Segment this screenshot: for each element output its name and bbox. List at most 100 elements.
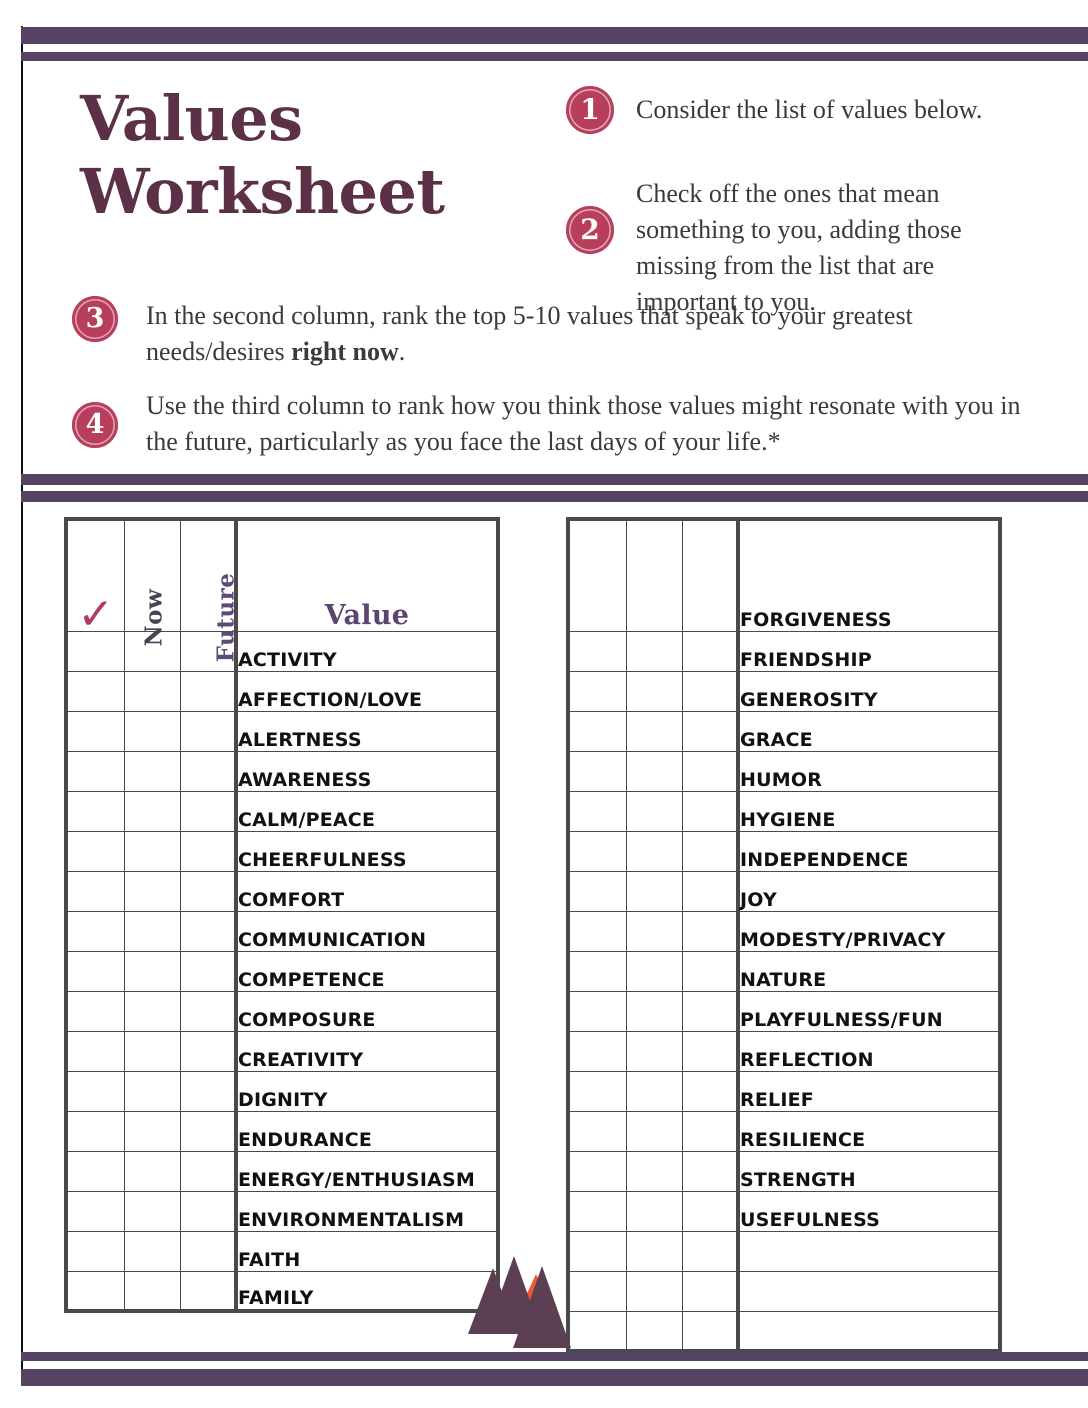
- check-cell[interactable]: [65, 1150, 125, 1192]
- now-cell[interactable]: [625, 910, 683, 952]
- check-cell[interactable]: [567, 1150, 627, 1192]
- check-cell[interactable]: [567, 630, 627, 672]
- future-cell[interactable]: [179, 1230, 238, 1272]
- future-cell[interactable]: [179, 830, 238, 872]
- now-cell[interactable]: [625, 950, 683, 992]
- now-cell[interactable]: [625, 790, 683, 832]
- check-cell[interactable]: [65, 750, 125, 792]
- future-cell[interactable]: [179, 870, 238, 912]
- check-cell[interactable]: [65, 1230, 125, 1272]
- now-cell[interactable]: [123, 830, 181, 872]
- future-cell[interactable]: [681, 1070, 740, 1112]
- now-cell[interactable]: [123, 950, 181, 992]
- now-cell[interactable]: [625, 1030, 683, 1072]
- future-cell[interactable]: [179, 710, 238, 752]
- check-cell[interactable]: [65, 1110, 125, 1152]
- now-cell[interactable]: [625, 1270, 683, 1312]
- future-cell[interactable]: [681, 790, 740, 832]
- now-cell[interactable]: [123, 1270, 181, 1312]
- future-cell[interactable]: [179, 1270, 238, 1312]
- check-cell[interactable]: [65, 790, 125, 832]
- future-cell[interactable]: [681, 1310, 740, 1352]
- now-cell[interactable]: [625, 710, 683, 752]
- check-cell[interactable]: [567, 870, 627, 912]
- now-cell[interactable]: [625, 630, 683, 672]
- future-cell[interactable]: [681, 910, 740, 952]
- now-cell[interactable]: [625, 1310, 683, 1352]
- future-cell[interactable]: [681, 710, 740, 752]
- now-cell[interactable]: [625, 1190, 683, 1232]
- check-cell[interactable]: [567, 710, 627, 752]
- check-cell[interactable]: [567, 910, 627, 952]
- now-cell[interactable]: [123, 910, 181, 952]
- check-cell[interactable]: [65, 1030, 125, 1072]
- now-cell[interactable]: [625, 990, 683, 1032]
- now-cell[interactable]: [625, 518, 683, 632]
- check-cell[interactable]: [65, 1270, 125, 1312]
- future-cell[interactable]: [179, 790, 238, 832]
- now-cell[interactable]: [123, 670, 181, 712]
- future-cell[interactable]: [179, 750, 238, 792]
- check-cell[interactable]: [567, 1110, 627, 1152]
- future-cell[interactable]: [179, 1070, 238, 1112]
- check-cell[interactable]: [65, 710, 125, 752]
- future-cell[interactable]: [179, 670, 238, 712]
- check-cell[interactable]: [65, 990, 125, 1032]
- now-cell[interactable]: [625, 830, 683, 872]
- future-cell[interactable]: [681, 1110, 740, 1152]
- future-cell[interactable]: [681, 1150, 740, 1192]
- future-cell[interactable]: [179, 990, 238, 1032]
- check-cell[interactable]: [567, 830, 627, 872]
- now-cell[interactable]: [625, 870, 683, 912]
- future-cell[interactable]: [681, 950, 740, 992]
- check-cell[interactable]: [567, 750, 627, 792]
- now-cell[interactable]: [123, 870, 181, 912]
- check-cell[interactable]: [65, 950, 125, 992]
- now-cell[interactable]: [123, 1030, 181, 1072]
- future-cell[interactable]: [681, 990, 740, 1032]
- future-cell[interactable]: [179, 1110, 238, 1152]
- now-cell[interactable]: [123, 990, 181, 1032]
- now-cell[interactable]: [123, 710, 181, 752]
- check-cell[interactable]: [567, 670, 627, 712]
- check-cell[interactable]: [65, 830, 125, 872]
- now-cell[interactable]: [625, 750, 683, 792]
- check-cell[interactable]: [567, 1070, 627, 1112]
- now-cell[interactable]: [123, 750, 181, 792]
- now-cell[interactable]: [123, 1070, 181, 1112]
- future-cell[interactable]: [681, 870, 740, 912]
- now-cell[interactable]: [625, 670, 683, 712]
- check-cell[interactable]: [65, 670, 125, 712]
- check-cell[interactable]: [567, 790, 627, 832]
- check-cell[interactable]: [567, 1030, 627, 1072]
- future-cell[interactable]: [179, 1190, 238, 1232]
- now-cell[interactable]: [123, 1190, 181, 1232]
- now-cell[interactable]: [625, 1110, 683, 1152]
- future-cell[interactable]: [681, 518, 740, 632]
- now-cell[interactable]: [625, 1230, 683, 1272]
- future-cell[interactable]: [179, 1150, 238, 1192]
- now-cell[interactable]: [123, 1110, 181, 1152]
- now-cell[interactable]: [625, 1150, 683, 1192]
- future-cell[interactable]: [681, 670, 740, 712]
- check-cell[interactable]: [567, 990, 627, 1032]
- check-cell[interactable]: [65, 910, 125, 952]
- future-cell[interactable]: [179, 910, 238, 952]
- future-cell[interactable]: [681, 830, 740, 872]
- future-cell[interactable]: [179, 1030, 238, 1072]
- check-cell[interactable]: [567, 1190, 627, 1232]
- now-cell[interactable]: [123, 790, 181, 832]
- now-cell[interactable]: [625, 1070, 683, 1112]
- check-cell[interactable]: [65, 1070, 125, 1112]
- future-cell[interactable]: [681, 1270, 740, 1312]
- future-cell[interactable]: [681, 1190, 740, 1232]
- now-cell[interactable]: [123, 1150, 181, 1192]
- future-cell[interactable]: [681, 1230, 740, 1272]
- future-cell[interactable]: [681, 630, 740, 672]
- check-cell[interactable]: [65, 870, 125, 912]
- future-cell[interactable]: [681, 1030, 740, 1072]
- check-cell[interactable]: [567, 950, 627, 992]
- check-cell[interactable]: [567, 518, 627, 632]
- check-cell[interactable]: [65, 1190, 125, 1232]
- future-cell[interactable]: [179, 950, 238, 992]
